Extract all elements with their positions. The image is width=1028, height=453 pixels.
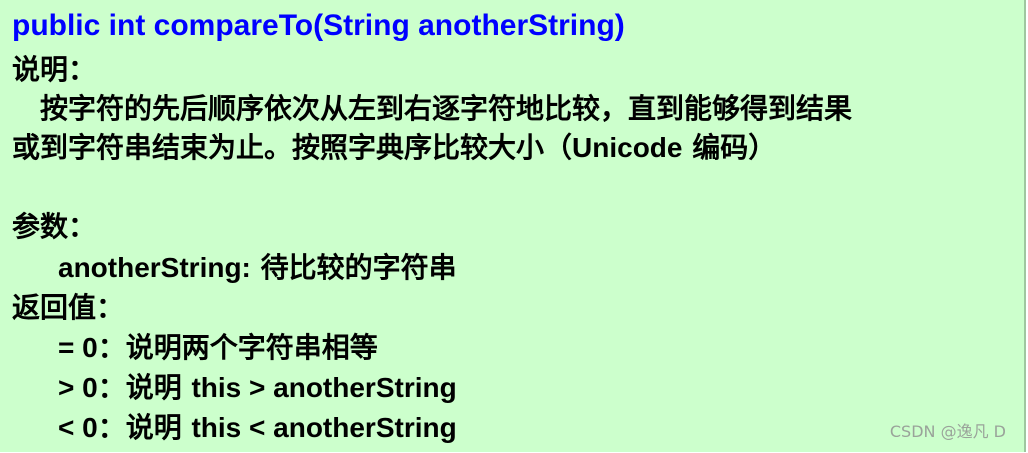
- description-unicode: Unicode: [572, 132, 683, 163]
- param-description: 待比较的字符串: [250, 251, 457, 284]
- description-line-2-suffix: 编码）: [682, 131, 777, 164]
- return-cond: > 0: [58, 372, 98, 403]
- method-signature: public int compareTo(String anotherStrin…: [12, 9, 625, 42]
- return-item-equal: = 0：说明两个字符串相等: [58, 330, 378, 366]
- return-item-greater: > 0：说明 this > anotherString: [58, 370, 457, 406]
- returns-label: 返回值：: [12, 291, 125, 324]
- return-tail: this < anotherString: [191, 412, 457, 443]
- params-label: 参数：: [12, 210, 97, 243]
- document-panel: public int compareTo(String anotherStrin…: [0, 0, 1026, 452]
- return-desc: ：说明: [97, 411, 192, 444]
- description-line-1: 按字符的先后顺序依次从左到右逐字符地比较，直到能够得到结果: [40, 92, 853, 125]
- return-cond: = 0: [58, 332, 98, 363]
- return-desc: ：说明: [97, 371, 192, 404]
- description-line-2-prefix: 或到字符串结束为止。按照字典序比较大小（: [12, 131, 573, 164]
- return-tail: this > anotherString: [191, 372, 457, 403]
- description-label: 说明：: [12, 53, 97, 86]
- return-cond: < 0: [58, 412, 98, 443]
- description-line-2: 或到字符串结束为止。按照字典序比较大小（Unicode 编码）: [12, 130, 776, 166]
- csdn-watermark: CSDN @逸凡 D: [889, 422, 1006, 441]
- return-desc: ：说明两个字符串相等: [97, 331, 378, 364]
- return-item-less: < 0：说明 this < anotherString: [58, 410, 457, 446]
- param-name: anotherString:: [58, 252, 251, 283]
- param-another-string: anotherString: 待比较的字符串: [58, 250, 457, 286]
